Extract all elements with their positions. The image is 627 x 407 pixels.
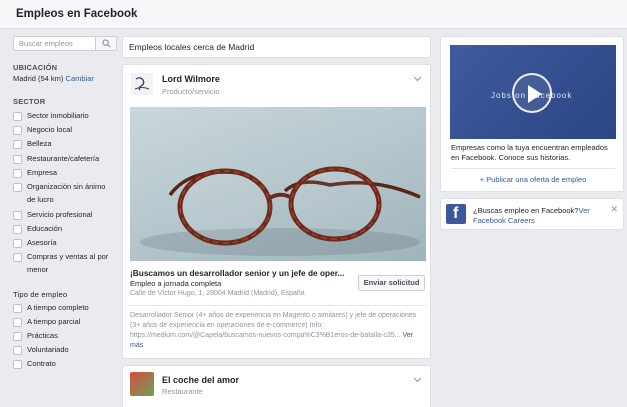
checkbox-label: Belleza: [27, 139, 52, 148]
jobtype-checkbox[interactable]: Voluntariado: [13, 345, 111, 356]
sector-checkbox[interactable]: Empresa: [13, 168, 111, 179]
jobtype-checkbox[interactable]: Contrato: [13, 359, 111, 370]
company-logo[interactable]: [130, 372, 154, 396]
sector-checkbox[interactable]: Asesoría: [13, 238, 111, 249]
location-heading: UBICACIÓN: [13, 63, 58, 72]
sector-checkbox[interactable]: Sector inmobiliario: [13, 111, 111, 122]
company-name[interactable]: El coche del amor: [162, 375, 239, 385]
checkbox[interactable]: [13, 253, 22, 262]
divider: [130, 305, 426, 306]
checkbox-label: Negocio local: [27, 125, 73, 134]
job-title[interactable]: ¡Buscamos un desarrollador senior y un j…: [130, 268, 344, 278]
checkbox-label: Organización sin ánimo de lucro: [27, 182, 106, 204]
checkbox[interactable]: [13, 239, 22, 248]
chevron-down-icon[interactable]: [413, 377, 422, 383]
careers-question: ¿Buscas empleo en Facebook?: [473, 206, 579, 215]
job-post-card: El coche del amor Restaurante: [122, 365, 431, 407]
divider: [451, 168, 615, 169]
checkbox-label: Voluntariado: [27, 345, 69, 354]
checkbox[interactable]: [13, 225, 22, 234]
checkbox[interactable]: [13, 112, 22, 121]
checkbox-label: Prácticas: [27, 331, 58, 340]
jobtype-checkbox[interactable]: Prácticas: [13, 331, 111, 342]
close-icon[interactable]: ✕: [610, 204, 618, 215]
checkbox-label: A tiempo parcial: [27, 317, 81, 326]
job-post-card: Lord Wilmore Producto/servicio ¡Buscamos…: [122, 64, 431, 359]
checkbox[interactable]: [13, 211, 22, 220]
checkbox[interactable]: [13, 318, 22, 327]
sector-checkbox[interactable]: Servicio profesional: [13, 210, 111, 221]
job-photo[interactable]: [130, 107, 426, 261]
careers-text: ¿Buscas empleo en Facebook?Ver Facebook …: [473, 206, 607, 226]
location-value: Madrid (54 km) Cambiar: [13, 74, 94, 83]
search-icon: [102, 39, 111, 48]
company-name[interactable]: Lord Wilmore: [162, 74, 220, 84]
checkbox[interactable]: [13, 169, 22, 178]
checkbox-label: Asesoría: [27, 238, 57, 247]
sector-checkbox[interactable]: Restaurante/cafetería: [13, 154, 111, 165]
checkbox[interactable]: [13, 155, 22, 164]
play-icon: [528, 85, 542, 103]
promo-card: Jobs on Facebook Empresas como la tuya e…: [440, 36, 624, 192]
checkbox[interactable]: [13, 126, 22, 135]
location-text: Madrid (54 km): [13, 74, 64, 83]
sector-checkbox[interactable]: Educación: [13, 224, 111, 235]
play-button[interactable]: [512, 73, 552, 113]
publish-job-link[interactable]: + Publicar una oferta de empleo: [441, 175, 625, 184]
checkbox-label: Contrato: [27, 359, 56, 368]
checkbox-label: Sector inmobiliario: [27, 111, 89, 120]
sector-checkbox[interactable]: Negocio local: [13, 125, 111, 136]
checkbox[interactable]: [13, 183, 22, 192]
facebook-logo-icon: f: [446, 204, 466, 224]
company-logo[interactable]: [131, 73, 153, 95]
checkbox[interactable]: [13, 360, 22, 369]
sector-heading: SECTOR: [13, 97, 46, 106]
jobtype-checkbox[interactable]: A tiempo completo: [13, 303, 111, 314]
jobtype-heading: Tipo de empleo: [13, 290, 68, 299]
job-description-text: Desarrollador Senior (4+ años de experie…: [130, 312, 417, 339]
sector-checkbox[interactable]: Organización sin ánimo de lucro: [13, 182, 111, 206]
checkbox-label: A tiempo completo: [27, 303, 89, 312]
checkbox-label: Educación: [27, 224, 63, 233]
checkbox-label: Compras y ventas al por menor: [27, 252, 109, 274]
search-input[interactable]: Buscar empleos: [13, 36, 117, 51]
sector-checkbox[interactable]: Compras y ventas al por menor: [13, 252, 111, 276]
feed-heading-text: Empleos locales cerca de Madrid: [129, 42, 255, 52]
checkbox[interactable]: [13, 332, 22, 341]
jobtype-checkbox[interactable]: A tiempo parcial: [13, 317, 111, 328]
page-title: Empleos en Facebook: [16, 8, 138, 20]
checkbox-label: Empresa: [27, 168, 58, 177]
feed-heading: Empleos locales cerca de Madrid: [122, 36, 431, 58]
change-location-link[interactable]: Cambiar: [66, 74, 94, 83]
chevron-down-icon[interactable]: [413, 76, 422, 82]
sector-checkbox[interactable]: Belleza: [13, 139, 111, 150]
promo-video[interactable]: Jobs on Facebook: [450, 45, 616, 139]
search-placeholder: Buscar empleos: [19, 39, 73, 48]
checkbox[interactable]: [13, 304, 22, 313]
lord-wilmore-logo-icon: [134, 77, 150, 91]
job-type: Empleo a jornada completa: [130, 279, 222, 288]
apply-button[interactable]: Enviar solicitud: [358, 275, 425, 291]
job-description: Desarrollador Senior (4+ años de experie…: [130, 311, 424, 351]
company-category: Restaurante: [162, 387, 203, 396]
top-bar: Empleos en Facebook: [0, 0, 627, 29]
promo-text: Empresas como la tuya encuentran emplead…: [451, 143, 608, 162]
careers-card: f ¿Buscas empleo en Facebook?Ver Faceboo…: [440, 198, 624, 230]
job-address: Calle de Víctor Hugo, 1, 28004 Madrid (M…: [130, 290, 305, 297]
checkbox-label: Servicio profesional: [27, 210, 93, 219]
checkbox[interactable]: [13, 346, 22, 355]
company-category: Producto/servicio: [162, 87, 220, 96]
glasses-image-icon: [140, 166, 421, 256]
checkbox-label: Restaurante/cafetería: [27, 154, 100, 163]
search-button[interactable]: [95, 37, 116, 50]
checkbox[interactable]: [13, 140, 22, 149]
